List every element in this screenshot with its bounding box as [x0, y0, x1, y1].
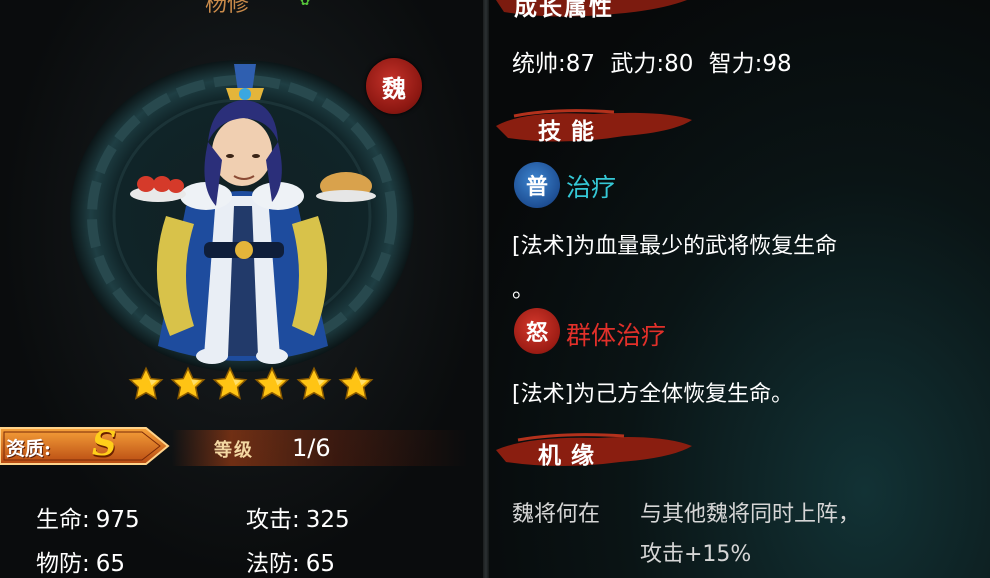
normal-skill-badge: 普 [514, 162, 560, 208]
star-icon [128, 366, 164, 400]
growth-attributes: 统帅:87 武力:80 智力:98 [512, 51, 792, 77]
stat-magic-defense: 法防: 65 [246, 544, 335, 578]
skills-section-title: 技能 [538, 118, 604, 145]
stat-label: 法防: [246, 551, 300, 577]
hero-portrait[interactable] [66, 56, 418, 376]
star-rating [128, 366, 374, 406]
faction-seal: 魏 [366, 58, 422, 114]
grade-value: S [92, 424, 117, 464]
star-icon [212, 366, 248, 400]
fate-name: 魏将何在 [512, 502, 601, 527]
skill-name-heal[interactable]: 治疗 [566, 168, 616, 204]
stat-value: 65 [95, 551, 126, 577]
hero-name: 杨修 [205, 0, 250, 17]
stat-label: 生命: [36, 507, 90, 533]
level-value: 1/6 [292, 434, 331, 462]
hero-info-panel [489, 0, 990, 578]
skill-name-group-heal[interactable]: 群体治疗 [566, 316, 666, 352]
rage-skill-badge: 怒 [514, 308, 560, 354]
stat-value: 325 [305, 507, 350, 533]
fate-bonus: 攻击+15% [640, 542, 752, 567]
star-icon [296, 366, 332, 400]
growth-section-title: 成长属性 [514, 0, 614, 21]
stat-value: 65 [305, 551, 336, 577]
star-icon [254, 366, 290, 400]
stat-hp: 生命: 975 [36, 500, 140, 534]
fate-section-title: 机缘 [538, 442, 604, 469]
grade-label: 资质: [6, 438, 52, 460]
skill-description: [法术]为血量最少的武将恢复生命 [512, 234, 838, 259]
stat-label: 攻击: [246, 507, 300, 533]
leaf-ornament-icon: ✿ [300, 0, 311, 8]
fate-condition: 与其他魏将同时上阵， [640, 502, 861, 527]
stat-physical-defense: 物防: 65 [36, 544, 125, 578]
skill-description: [法术]为己方全体恢复生命。 [512, 382, 794, 407]
level-label: 等级 [214, 440, 254, 461]
star-icon [170, 366, 206, 400]
stat-label: 物防: [36, 551, 90, 577]
stat-attack: 攻击: 325 [246, 500, 350, 534]
skill-description-cont: 。 [512, 278, 535, 303]
star-icon [338, 366, 374, 400]
stat-value: 975 [95, 507, 140, 533]
